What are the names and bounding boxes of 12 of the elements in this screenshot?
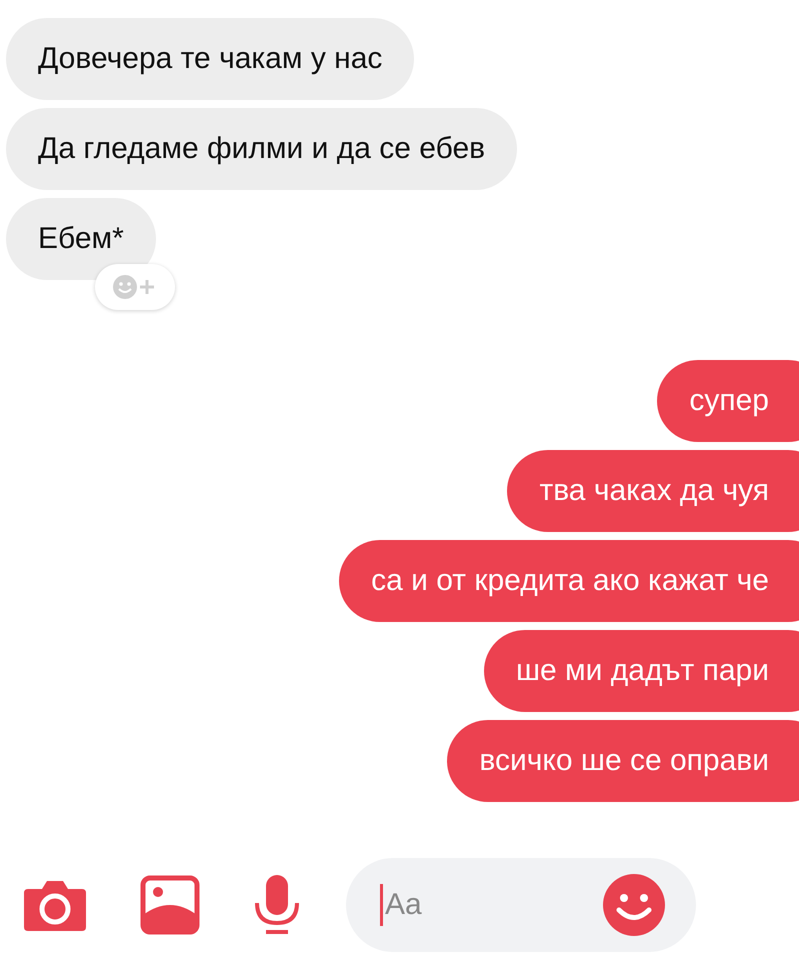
emoji-icon[interactable]: [602, 873, 666, 937]
message-bubble: Ебем*: [6, 198, 156, 280]
message-bubble: Да гледаме филми и да се ебев: [6, 108, 518, 190]
message-bubble: ше ми дадът пари: [484, 630, 799, 712]
message-bubble: тва чаках да чуя: [507, 450, 799, 532]
image-icon[interactable]: [140, 875, 200, 935]
microphone-icon[interactable]: [252, 873, 302, 937]
message-bubble: всичко ше се оправи: [447, 720, 799, 802]
message-bubble: Довечера те чакам у нас: [6, 18, 414, 100]
message-bubble: супер: [657, 360, 799, 442]
message-bubble: са и от кредита ако кажат че: [339, 540, 799, 622]
message-input[interactable]: Aa: [346, 858, 696, 952]
